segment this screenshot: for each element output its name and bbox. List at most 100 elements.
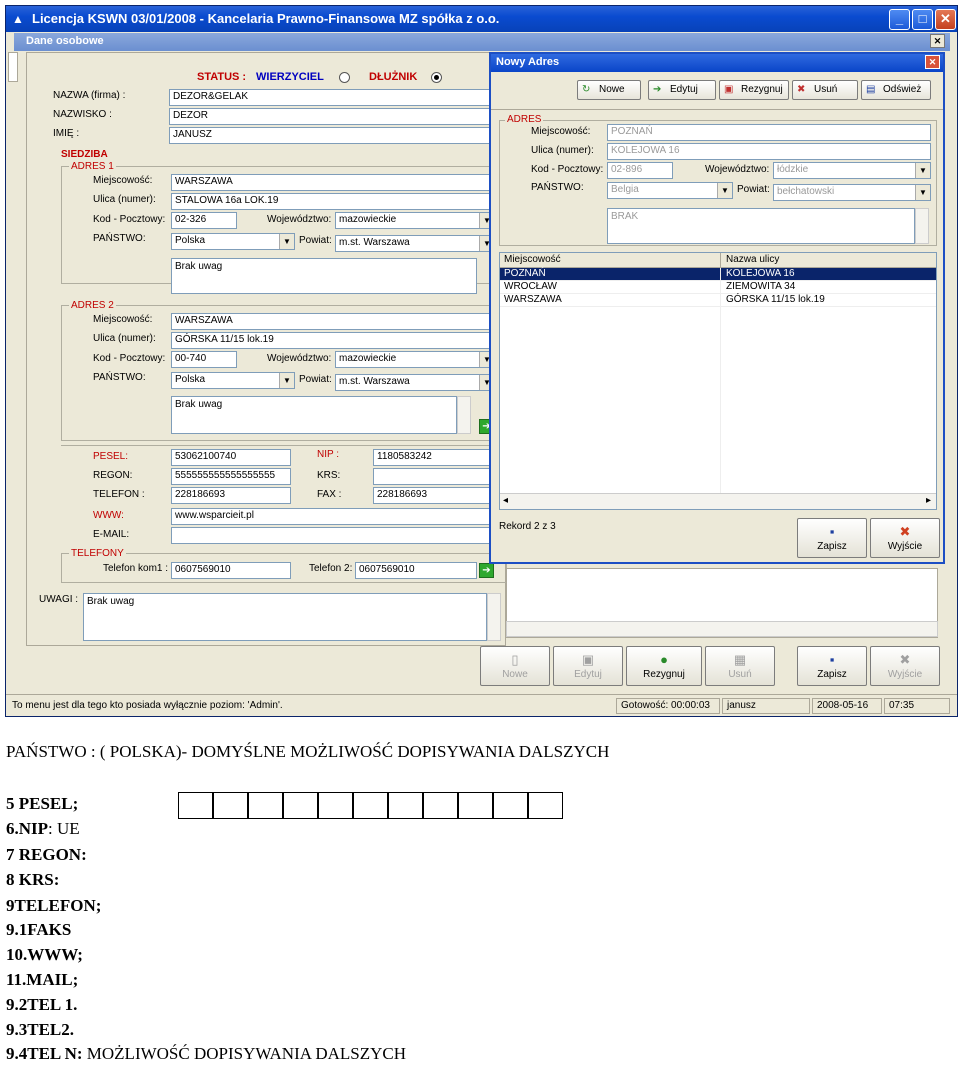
imie-input[interactable]: JANUSZ — [169, 127, 507, 144]
a2-ulica-input[interactable]: GÓRSKA 11/15 lok.19 — [171, 332, 507, 349]
right-list-hscroll[interactable] — [506, 621, 938, 637]
grid-header-ulica[interactable]: Nazwa ulicy — [726, 254, 779, 265]
grid-row[interactable]: WARSZAWA GÓRSKA 11/15 lok.19 — [500, 294, 936, 307]
dlg-nowe-button[interactable]: ↻ Nowe — [577, 80, 641, 100]
grid-row[interactable]: POZNAŃ KOLEJOWA 16 — [500, 268, 936, 281]
dlg-powiat-label: Powiat: — [737, 184, 770, 195]
nip-label: NIP : — [317, 449, 340, 460]
address-grid: Miejscowość Nazwa ulicy POZNAŃ KOLEJOWA … — [499, 252, 937, 510]
telefon-input[interactable]: 228186693 — [171, 487, 291, 504]
wierzyciel-radio[interactable] — [339, 72, 350, 83]
nazwisko-input[interactable]: DEZOR — [169, 108, 507, 125]
dlg-odswiez-button[interactable]: ▤ Odśwież — [861, 80, 931, 100]
a2-kod-input[interactable]: 00-740 — [171, 351, 237, 368]
a1-panstwo-select[interactable]: Polska — [171, 233, 295, 250]
grid-header-miejscowosc[interactable]: Miejscowość — [504, 254, 561, 265]
a1-powiat-select[interactable]: m.st. Warszawa — [335, 235, 495, 252]
regon-input[interactable]: 555555555555555555 — [171, 468, 291, 485]
a1-uwagi-textarea[interactable]: Brak uwag — [171, 258, 477, 294]
tel1-input[interactable]: 0607569010 — [171, 562, 291, 579]
dlg-usun-button[interactable]: ✖ Usuń — [792, 80, 858, 100]
nip-input[interactable]: 1180583242 — [373, 449, 507, 466]
a1-ulica-input[interactable]: STALOWA 16a LOK.19 — [171, 193, 507, 210]
a1-panstwo-label: PAŃSTWO: — [93, 233, 146, 244]
scroll-right-icon[interactable]: ▸ — [926, 495, 931, 506]
email-label: E-MAIL: — [93, 529, 130, 540]
dlg-kod-input[interactable]: 02-896 — [607, 162, 673, 179]
wyjscie-button[interactable]: ✖ Wyjście — [870, 646, 940, 686]
dlg-panstwo-select[interactable]: Belgia — [607, 182, 733, 199]
fax-label: FAX : — [317, 489, 342, 500]
dlg-miejscowosc-input[interactable]: POZNAŃ — [607, 124, 931, 141]
uwagi-textarea[interactable]: Brak uwag — [83, 593, 487, 641]
close-button[interactable]: ✕ — [935, 9, 956, 30]
mdi-titlebar: Dane osobowe ✕ — [14, 33, 950, 51]
pesel-digit-box — [283, 792, 318, 819]
grid-hscroll[interactable]: ◂ ▸ — [500, 493, 936, 509]
dlg-ulica-input[interactable]: KOLEJOWA 16 — [607, 143, 931, 160]
scroll-left-icon[interactable]: ◂ — [503, 495, 508, 506]
a1-ulica-label: Ulica (numer): — [93, 194, 156, 205]
a2-uwagi-scrollbar[interactable] — [457, 396, 471, 434]
zapisz-button[interactable]: ▪ Zapisz — [797, 646, 867, 686]
dlg-zapisz-button[interactable]: ▪ Zapisz — [797, 518, 867, 558]
www-input[interactable]: www.wsparcieit.pl — [171, 508, 507, 525]
a2-miejscowosc-input[interactable]: WARSZAWA — [171, 313, 507, 330]
dlg-uwagi-textarea[interactable]: BRAK — [607, 208, 915, 244]
dluznik-label: DŁUŻNIK — [369, 71, 418, 83]
cancel-doc-icon: ▣ — [724, 84, 734, 95]
dlg-rezygnuj-button[interactable]: ▣ Rezygnuj — [719, 80, 789, 100]
a1-kod-input[interactable]: 02-326 — [171, 212, 237, 229]
exit-icon: ✖ — [899, 652, 911, 667]
dluznik-radio[interactable] — [431, 72, 442, 83]
edytuj-button[interactable]: ▣ Edytuj — [553, 646, 623, 686]
dlg-woj-select[interactable]: łódzkie — [773, 162, 931, 179]
tel1-label: Telefon kom1 : — [103, 563, 169, 574]
a2-panstwo-label: PAŃSTWO: — [93, 372, 146, 383]
dialog-toolbar: ↻ Nowe ➔ Edytuj ▣ Rezygnuj ✖ Usuń ▤ Odśwież — [491, 72, 943, 110]
uwagi-scrollbar[interactable] — [487, 593, 501, 641]
grid-row[interactable]: WROCŁAW ZIEMOWITA 34 — [500, 281, 936, 294]
mdi-close-button[interactable]: ✕ — [930, 34, 945, 48]
new-doc-icon: ▯ — [511, 652, 519, 667]
doc-www: 10.WWW; — [6, 945, 83, 964]
dlg-powiat-select[interactable]: bełchatowski — [773, 184, 931, 201]
side-panel — [8, 52, 18, 82]
a1-miejscowosc-input[interactable]: WARSZAWA — [171, 174, 507, 191]
dlg-uwagi-scrollbar[interactable] — [915, 208, 929, 244]
a2-ulica-label: Ulica (numer): — [93, 333, 156, 344]
maximize-button[interactable]: □ — [912, 9, 933, 30]
pesel-label: PESEL: — [93, 451, 129, 462]
dlg-edytuj-button[interactable]: ➔ Edytuj — [648, 80, 716, 100]
a2-woj-select[interactable]: mazowieckie — [335, 351, 495, 368]
doc-teln: 9.4TEL N: MOŻLIWOŚĆ DOPISYWANIA DALSZYCH — [6, 1044, 407, 1063]
a2-uwagi-textarea[interactable]: Brak uwag — [171, 396, 457, 434]
usun-button[interactable]: ▦ Usuń — [705, 646, 775, 686]
imie-label: IMIĘ : — [53, 128, 80, 139]
pesel-digit-box — [493, 792, 528, 819]
dlg-ulica-label: Ulica (numer): — [531, 145, 594, 156]
record-counter: Rekord 2 z 3 — [499, 521, 556, 532]
a2-panstwo-select[interactable]: Polska — [171, 372, 295, 389]
status-message: To menu jest dla tego kto posiada wyłącz… — [12, 700, 283, 711]
email-input[interactable] — [171, 527, 507, 544]
a2-powiat-select[interactable]: m.st. Warszawa — [335, 374, 495, 391]
fax-input[interactable]: 228186693 — [373, 487, 507, 504]
edit-arrow-icon: ➔ — [653, 84, 662, 95]
dialog-close-button[interactable]: ✕ — [925, 55, 940, 69]
pesel-input[interactable]: 53062100740 — [171, 449, 291, 466]
tel2-input[interactable]: 0607569010 — [355, 562, 477, 579]
nazwa-input[interactable]: DEZOR&GELAK — [169, 89, 507, 106]
wierzyciel-label: WIERZYCIEL — [256, 71, 324, 83]
tel-next-arrow-icon[interactable]: ➔ — [479, 563, 494, 578]
a1-woj-select[interactable]: mazowieckie — [335, 212, 495, 229]
pesel-digit-box — [178, 792, 213, 819]
krs-input[interactable] — [373, 468, 507, 485]
a2-powiat-label: Powiat: — [299, 374, 332, 385]
rezygnuj-button[interactable]: ● Rezygnuj — [626, 646, 702, 686]
window-title: Licencja KSWN 03/01/2008 - Kancelaria Pr… — [32, 11, 500, 26]
dlg-wyjscie-button[interactable]: ✖ Wyjście — [870, 518, 940, 558]
nowe-button[interactable]: ▯ Nowe — [480, 646, 550, 686]
minimize-button[interactable]: _ — [889, 9, 910, 30]
a2-miejscowosc-label: Miejscowość: — [93, 314, 153, 325]
